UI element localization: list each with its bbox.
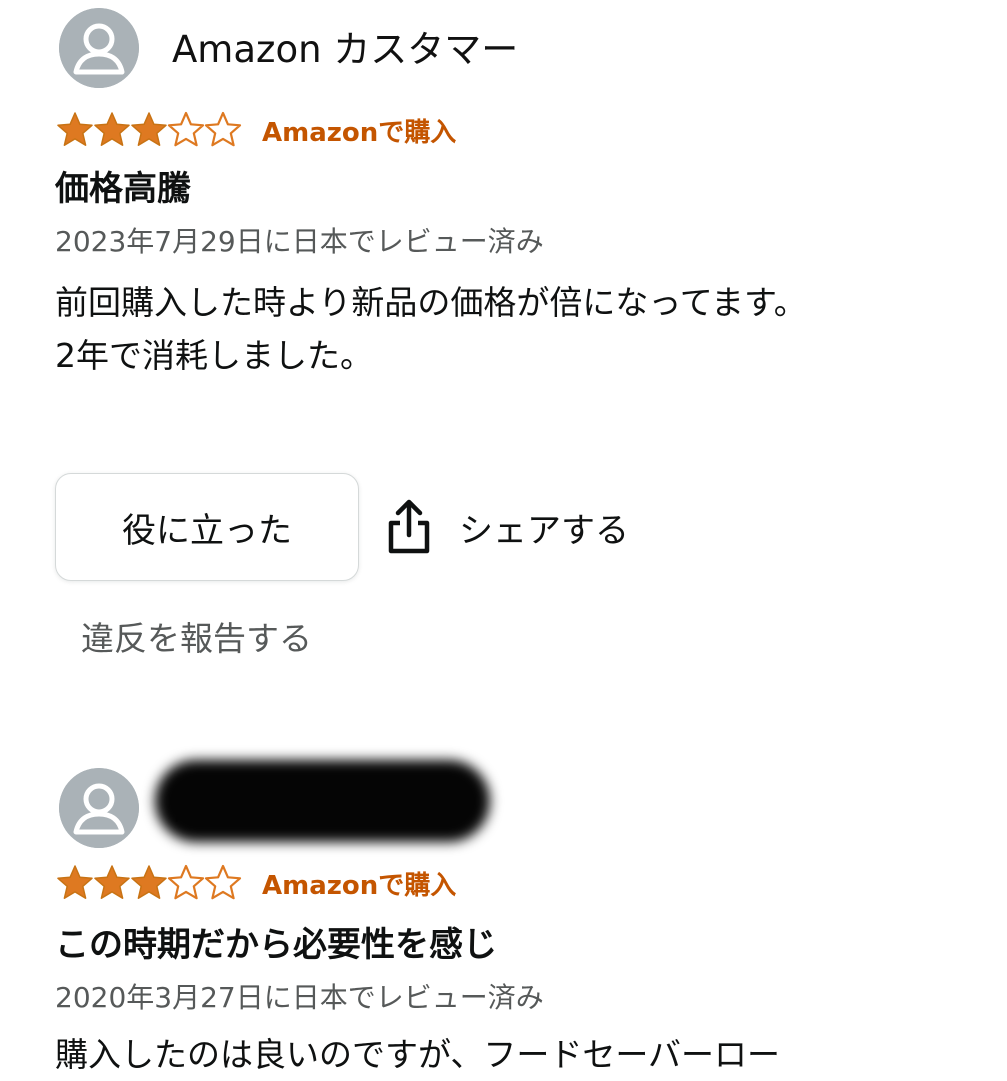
review-body: 前回購入した時より新品の価格が倍になってます。 2年で消耗しました。	[55, 276, 935, 382]
review-date: 2020年3月27日に日本でレビュー済み	[55, 981, 544, 1014]
share-label: シェアする	[459, 510, 629, 551]
rating-row: Amazonで購入	[55, 863, 456, 903]
star-filled-icon	[94, 865, 130, 899]
redaction-overlay	[155, 760, 490, 842]
verified-purchase-badge: Amazonで購入	[262, 117, 457, 148]
helpful-button[interactable]: 役に立った	[55, 473, 359, 581]
star-empty-icon	[204, 864, 242, 900]
star-filled-icon	[94, 112, 130, 146]
star-empty-icon	[204, 111, 242, 147]
star-empty-icon	[167, 111, 205, 147]
review-body-line: 2年で消耗しました。	[55, 336, 373, 375]
verified-purchase-badge: Amazonで購入	[262, 870, 457, 901]
review-date: 2023年7月29日に日本でレビュー済み	[55, 225, 544, 258]
reviewer-profile[interactable]: 西山	[55, 760, 967, 855]
review-body-line: 前回購入した時より新品の価格が倍になってます。	[55, 283, 807, 322]
review-body-line: 購入したのは良いのですが、フードセーバーロー	[55, 1035, 781, 1074]
review-body: 購入したのは良いのですが、フードセーバーロー	[55, 1028, 935, 1081]
star-filled-icon	[57, 112, 93, 146]
share-icon	[388, 499, 430, 554]
review-card: Amazon カスタマー Amazonで購入 価格高騰 2023年7月29日に日…	[55, 0, 967, 658]
reviewer-profile[interactable]: Amazon カスタマー	[55, 0, 967, 95]
star-rating[interactable]	[55, 863, 242, 903]
share-button[interactable]: シェアする	[385, 490, 629, 564]
review-title: 価格高騰	[55, 169, 191, 209]
reviewer-name: Amazon カスタマー	[172, 28, 519, 71]
review-card: 西山 Amazonで購入 この時期だから必要性を感じ 2020年3月27日に日本…	[55, 760, 967, 1074]
star-filled-icon	[131, 112, 167, 146]
rating-row: Amazonで購入	[55, 110, 456, 150]
avatar-icon	[59, 768, 139, 848]
star-filled-icon	[57, 865, 93, 899]
star-filled-icon	[131, 865, 167, 899]
report-abuse-link[interactable]: 違反を報告する	[81, 615, 312, 663]
review-title: この時期だから必要性を感じ	[55, 925, 497, 965]
star-empty-icon	[167, 864, 205, 900]
star-rating[interactable]	[55, 110, 242, 150]
avatar-icon	[59, 8, 139, 88]
